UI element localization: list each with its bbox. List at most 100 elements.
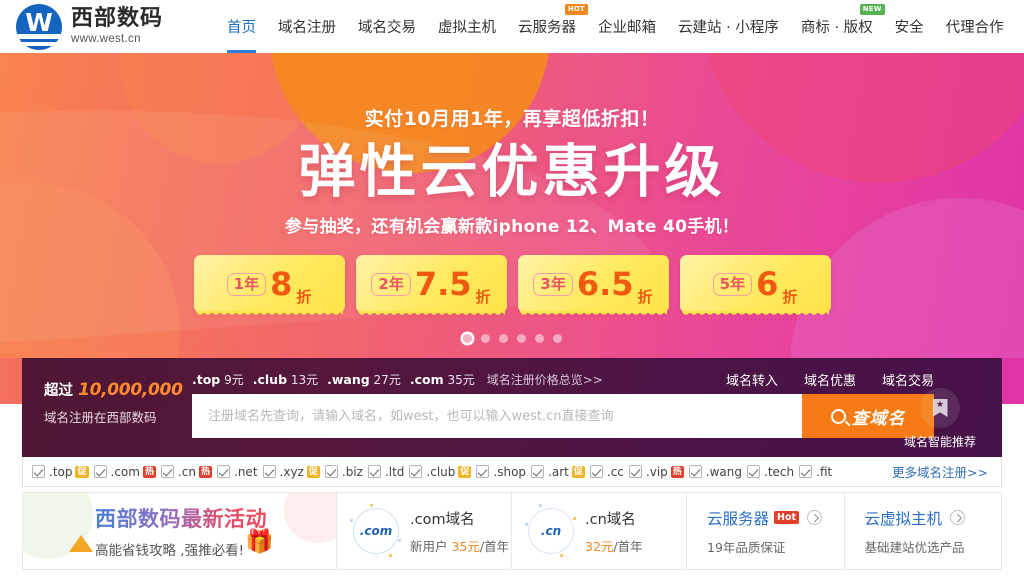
carousel-dot-1[interactable] [480,334,490,343]
quick-link-1[interactable]: 域名优惠 [804,370,856,389]
tld-checkbox[interactable] [628,465,642,478]
price-overview-link[interactable]: 域名注册价格总览>> [487,371,603,388]
nav-item-9[interactable]: 代理合作 [935,0,1015,53]
coupon-card-2[interactable]: 3年 6.5 折 [517,255,669,319]
panel-headline-block: 超过 10,000,000 域名注册在西部数码 [44,379,184,426]
tld-checkbox[interactable] [262,465,276,478]
nav-item-label: 域名注册 [278,20,337,36]
tld-option-3[interactable]: .net [217,465,258,479]
domain-search-input[interactable] [192,394,802,438]
tld-checkbox[interactable] [409,465,423,478]
card-cn-domain[interactable]: .cn .cn域名 32元/首年 [512,492,687,570]
tld-checkbox[interactable] [160,465,174,478]
com-domain-title: .com域名 [410,511,475,528]
tld-option-0[interactable]: .top 促 [32,465,89,479]
decorative-circle [284,493,336,543]
tld-checkbox[interactable] [324,465,338,478]
tld-checkbox[interactable] [93,465,107,478]
hot-badge-icon: HOT [564,4,589,15]
tld-badge: 促 [458,465,472,478]
tld-badge: 热 [142,465,156,478]
carousel-dot-5[interactable] [552,334,562,343]
tld-option-10[interactable]: .cc [589,464,624,479]
coupon-card-0[interactable]: 1年 8 折 [193,255,345,319]
nav-item-label: 安全 [894,20,924,36]
tld-option-6[interactable]: .ltd [367,465,404,479]
hero-banner: 实付10月用1年，再享超低折扣！ 弹性云优惠升级 参与抽奖，还有机会赢新款iph… [0,53,1024,358]
coupon-unit: 折 [296,288,312,307]
nav-item-8[interactable]: 安全 [884,0,935,53]
tld-option-14[interactable]: .fit [799,465,832,479]
panel-headline-prefix: 超过 [44,383,73,399]
smart-recommend-label: 域名智能推荐 [903,435,976,449]
nav-item-label: 首页 [227,20,257,36]
tld-price-2[interactable]: .wang 27元 [327,371,401,388]
tld-label: .cc [606,464,624,479]
tld-price-name: .com [409,372,444,387]
tld-checkbox[interactable] [217,465,231,478]
card-latest-activity[interactable]: 西部数码最新活动 高能省钱攻略 ,强推必看! 🎁 [22,492,337,570]
tld-option-1[interactable]: .com 热 [93,465,156,479]
nav-item-label: 域名交易 [358,20,417,36]
tld-badge: 促 [75,465,89,478]
tld-price-3[interactable]: .com 35元 [410,371,475,388]
triangle-icon [69,535,93,552]
tld-option-13[interactable]: .tech [747,465,794,479]
tld-option-2[interactable]: .cn 热 [160,465,213,479]
nav-item-label: 虚拟主机 [438,20,497,36]
tld-checkbox[interactable] [476,465,490,478]
coupon-years: 5年 [712,272,753,296]
nav-item-4[interactable]: 云服务器 HOT [507,0,589,53]
nav-item-1[interactable]: 域名注册 [267,0,347,53]
carousel-dot-0[interactable] [462,334,472,343]
tld-option-12[interactable]: .wang [688,465,742,479]
tld-option-9[interactable]: .art 促 [531,465,585,479]
tld-checkbox[interactable] [799,465,813,478]
tld-checkbox[interactable] [531,465,545,478]
nav-item-3[interactable]: 虚拟主机 [427,0,507,53]
domain-search-bar: 查域名 [192,394,934,438]
nav-item-5[interactable]: 企业邮箱 [587,0,667,53]
cn-domain-price: 32元/首年 [585,536,643,555]
domain-search-section: 超过 10,000,000 域名注册在西部数码 .top 9元 .club 13元… [0,358,1024,570]
card-virtual-host[interactable]: 云虚拟主机 基础建站优选产品 [844,492,1002,570]
coupon-card-3[interactable]: 5年 6 折 [679,255,831,319]
tld-option-11[interactable]: .vip 热 [628,465,684,479]
quick-link-2[interactable]: 域名交易 [882,370,934,389]
chevron-right-circle-icon[interactable] [807,510,823,525]
nav-item-6[interactable]: 云建站 · 小程序 [667,0,790,53]
nav-item-0[interactable]: 首页 [216,0,267,53]
tld-label: .club [426,464,456,479]
carousel-dot-2[interactable] [498,334,508,343]
domain-search-panel: 超过 10,000,000 域名注册在西部数码 .top 9元 .club 13元… [22,358,1002,457]
tld-checkbox[interactable] [32,465,45,478]
site-logo[interactable]: W 西部数码 www.west.cn [16,3,163,50]
tld-option-4[interactable]: .xyz 促 [262,464,320,479]
nav-item-7[interactable]: 商标 · 版权 NEW [790,0,885,53]
tld-checkbox[interactable] [589,465,603,478]
tld-checkbox[interactable] [747,465,761,478]
tld-price-0[interactable]: .top 9元 [192,371,244,388]
com-price-value: 35元 [451,538,480,554]
chevron-right-circle-icon[interactable] [950,510,966,525]
tld-option-7[interactable]: .club 促 [409,464,472,479]
tld-price-list: .top 9元 .club 13元 .wang 27元 .com 35元 域名注册价格总… [192,371,603,388]
coupon-card-1[interactable]: 2年 7.5 折 [355,255,507,319]
tld-label: .art [548,464,569,479]
smart-recommend-button[interactable]: 域名智能推荐 [892,388,988,450]
tld-checkbox[interactable] [367,465,381,478]
nav-item-2[interactable]: 域名交易 [347,0,427,53]
tld-badge: 热 [199,465,213,478]
tld-option-5[interactable]: .biz [324,465,363,479]
more-domains-link[interactable]: 更多域名注册>> [892,462,992,481]
carousel-dot-3[interactable] [516,334,526,343]
tld-price-1[interactable]: .club 13元 [253,371,318,388]
tld-checkbox[interactable] [688,465,702,478]
tld-label: .xyz [279,464,304,479]
tld-option-8[interactable]: .shop [476,465,526,479]
quick-link-0[interactable]: 域名转入 [726,370,778,389]
card-com-domain[interactable]: .com .com域名 新用户 35元/首年 [337,492,512,570]
carousel-dot-4[interactable] [534,334,544,343]
coupon-unit: 折 [782,288,798,307]
card-cloud-server[interactable]: 云服务器 Hot 19年品质保证 [687,492,845,570]
